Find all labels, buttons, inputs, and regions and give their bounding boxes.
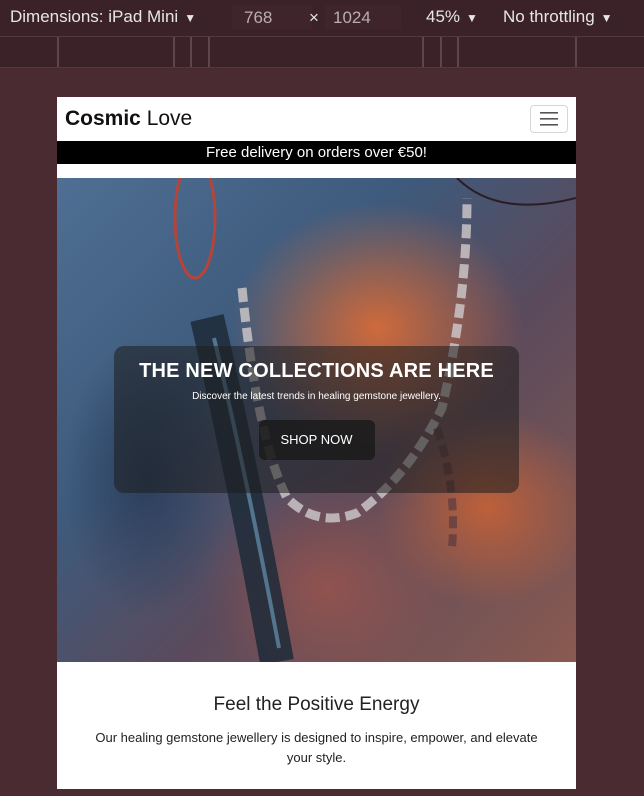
hero-title: THE NEW COLLECTIONS ARE HERE <box>139 360 494 382</box>
hero-banner: THE NEW COLLECTIONS ARE HERE Discover th… <box>57 178 576 662</box>
brand-bold: Cosmic <box>65 107 141 130</box>
chevron-down-icon: ▼ <box>466 10 478 25</box>
device-toolbar: Dimensions: iPad Mini ▼ 768 × 1024 45% ▼ N… <box>0 0 644 36</box>
brand-rest: Love <box>140 107 193 130</box>
hero-subtitle: Discover the latest trends in healing ge… <box>192 391 441 402</box>
ruler-tick <box>190 37 192 67</box>
ruler-tick <box>422 37 424 67</box>
device-viewport: Cosmic Love Free delivery on orders over… <box>57 97 576 789</box>
chevron-down-icon: ▼ <box>600 10 613 25</box>
ruler-tick <box>457 37 459 67</box>
navbar-toggler-button[interactable] <box>530 105 568 133</box>
hamburger-menu-icon <box>540 112 558 126</box>
dimensions-dropdown[interactable]: Dimensions: iPad Mini ▼ <box>10 7 196 27</box>
brand-link[interactable]: Cosmic Love <box>65 107 192 131</box>
chevron-down-icon: ▼ <box>184 10 197 25</box>
positive-energy-section: Feel the Positive Energy Our healing gem… <box>57 662 576 789</box>
hero-overlay-card: THE NEW COLLECTIONS ARE HERE Discover th… <box>114 346 519 493</box>
throttling-dropdown[interactable]: No throttling ▼ <box>503 7 613 27</box>
section-text: Our healing gemstone jewellery is design… <box>95 730 538 765</box>
promo-banner: Free delivery on orders over €50! <box>57 141 576 164</box>
ruler-tick <box>173 37 175 67</box>
ruler-tick <box>57 37 59 67</box>
ruler-tick <box>440 37 442 67</box>
dimensions-label: Dimensions: iPad Mini <box>10 7 179 26</box>
throttling-label: No throttling <box>503 7 595 26</box>
height-input[interactable]: 1024 <box>325 5 401 30</box>
times-icon: × <box>309 8 319 27</box>
shop-now-button[interactable]: SHOP NOW <box>258 420 375 460</box>
ruler-tick <box>575 37 577 67</box>
width-input[interactable]: 768 <box>232 5 312 30</box>
zoom-dropdown[interactable]: 45% ▼ <box>426 7 478 27</box>
navbar: Cosmic Love <box>57 97 576 141</box>
zoom-label: 45% <box>426 7 461 26</box>
media-query-ruler[interactable] <box>0 36 644 68</box>
ruler-tick <box>208 37 210 67</box>
section-title: Feel the Positive Energy <box>213 694 420 715</box>
